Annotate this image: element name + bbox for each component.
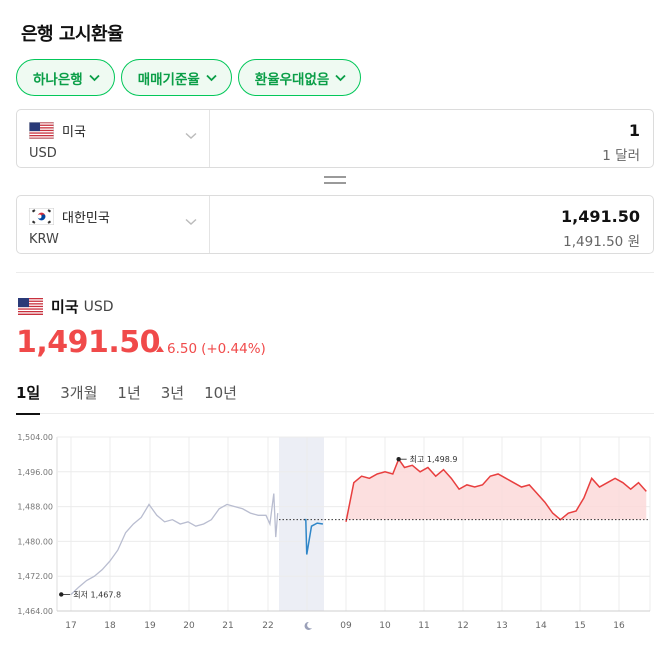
y-tick-label: 1,480.00 xyxy=(17,537,53,546)
x-tick-label: 13 xyxy=(496,621,507,631)
high-label: 최고 1,498.9 xyxy=(410,454,458,464)
x-tick-label: 17 xyxy=(65,621,76,631)
preferential-rate-filter-chip[interactable]: 환율우대없음 xyxy=(237,59,362,96)
low-label: 최저 1,467.8 xyxy=(73,589,121,599)
x-tick-label: 09 xyxy=(340,621,352,631)
moon-icon xyxy=(304,621,312,630)
us-flag-icon xyxy=(18,298,43,315)
kr-flag-icon xyxy=(29,208,54,225)
equals-icon xyxy=(324,176,346,188)
to-country-name: 대한민국 xyxy=(62,211,110,226)
rate-change: 6.50 (+0.44%) xyxy=(156,341,266,357)
chevron-down-icon xyxy=(185,132,197,139)
from-currency-code: USD xyxy=(29,146,57,161)
change-percent: (+0.44%) xyxy=(201,341,266,357)
x-tick-label: 20 xyxy=(183,621,195,631)
x-tick-label: 18 xyxy=(104,621,116,631)
chevron-down-icon xyxy=(206,74,217,81)
tab-1-year[interactable]: 1년 xyxy=(117,378,140,414)
current-rate: 1,491.50 xyxy=(16,325,161,360)
period-tabs: 1일 3개월 1년 3년 10년 xyxy=(16,378,654,415)
summary-country-name: 미국 xyxy=(51,298,79,316)
bank-filter-chip[interactable]: 하나은행 xyxy=(16,59,115,96)
from-amount-input[interactable]: 1 1 달러 xyxy=(210,110,653,167)
to-currency-code: KRW xyxy=(29,232,59,247)
tab-10-years[interactable]: 10년 xyxy=(204,378,237,414)
previous-day-line xyxy=(70,493,279,595)
page-title: 은행 고시환율 xyxy=(21,24,124,45)
change-value: 6.50 xyxy=(167,341,198,357)
x-tick-label: 10 xyxy=(379,621,391,631)
market-closed-band xyxy=(279,437,324,611)
up-triangle-icon xyxy=(156,346,164,352)
tab-3-years[interactable]: 3년 xyxy=(161,378,184,414)
y-tick-label: 1,504.00 xyxy=(17,433,53,442)
to-amount-value: 1,491.50 xyxy=(561,207,640,226)
to-currency-row: 대한민국 KRW 1,491.50 1,491.50 원 xyxy=(16,195,654,254)
exchange-rate-chart[interactable]: 17 18 19 20 21 22 09 10 11 12 13 14 15 16 1,504.00 1,49… xyxy=(0,420,670,648)
x-tick-label: 19 xyxy=(144,621,156,631)
rate-type-filter-label: 매매기준율 xyxy=(137,71,200,88)
to-amount-input[interactable]: 1,491.50 1,491.50 원 xyxy=(210,196,653,253)
x-tick-label: 16 xyxy=(613,621,625,631)
tab-3-months[interactable]: 3개월 xyxy=(60,378,97,414)
divider xyxy=(16,272,654,273)
rate-summary-header: 미국 USD xyxy=(18,296,114,317)
tab-1-day[interactable]: 1일 xyxy=(16,378,41,415)
rate-type-filter-chip[interactable]: 매매기준율 xyxy=(120,59,232,96)
preferential-rate-filter-label: 환율우대없음 xyxy=(254,71,330,88)
from-currency-select[interactable]: 미국 USD xyxy=(17,110,210,167)
y-tick-label: 1,472.00 xyxy=(17,572,53,581)
bank-filter-label: 하나은행 xyxy=(33,71,83,88)
chevron-down-icon xyxy=(335,74,346,81)
us-flag-icon xyxy=(29,122,54,139)
filter-chips: 하나은행 매매기준율 환율우대없음 xyxy=(16,59,362,96)
y-tick-label: 1,488.00 xyxy=(17,503,53,512)
from-amount-value: 1 xyxy=(628,121,640,140)
x-tick-label: 14 xyxy=(535,621,547,631)
x-tick-label: 11 xyxy=(418,621,429,631)
summary-currency-code: USD xyxy=(83,298,114,315)
x-tick-label: 12 xyxy=(457,621,468,631)
chevron-down-icon xyxy=(89,74,100,81)
to-amount-text: 1,491.50 원 xyxy=(563,234,640,250)
from-currency-row: 미국 USD 1 1 달러 xyxy=(16,109,654,168)
chevron-down-icon xyxy=(185,218,197,225)
x-tick-label: 21 xyxy=(222,621,233,631)
x-tick-label: 15 xyxy=(574,621,585,631)
from-amount-text: 1 달러 xyxy=(602,148,640,164)
y-tick-label: 1,496.00 xyxy=(17,468,53,477)
x-tick-label: 22 xyxy=(262,621,273,631)
today-area-fill xyxy=(346,459,647,522)
from-country-name: 미국 xyxy=(62,125,86,140)
y-tick-label: 1,464.00 xyxy=(17,607,53,616)
to-currency-select[interactable]: 대한민국 KRW xyxy=(17,196,210,253)
